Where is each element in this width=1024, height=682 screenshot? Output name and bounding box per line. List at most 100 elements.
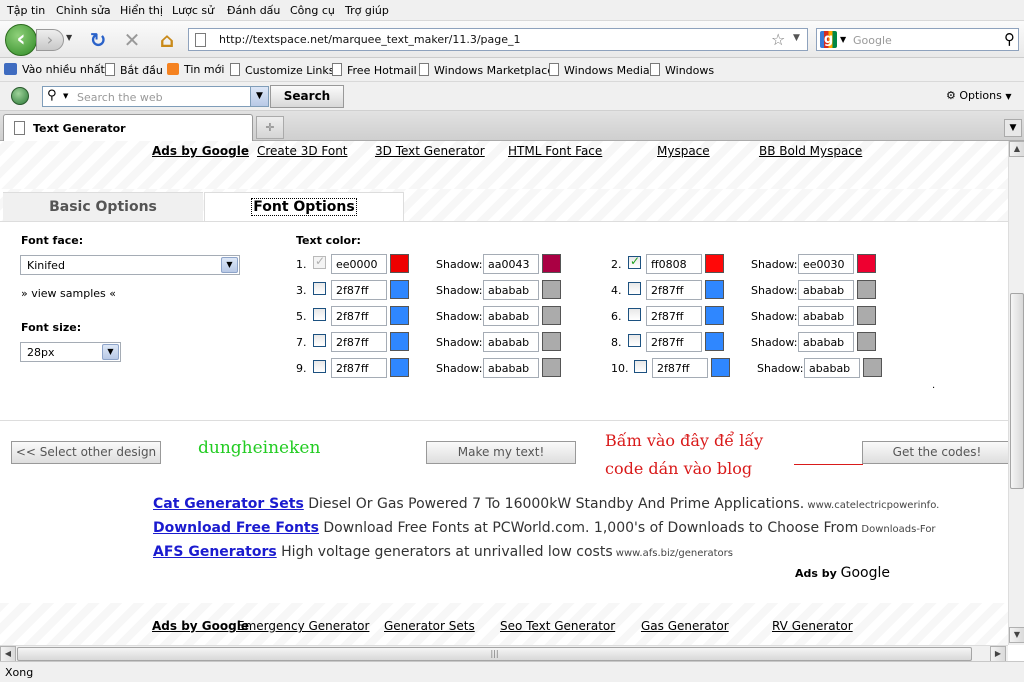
ad-link-rv-generator[interactable]: RV Generator (772, 619, 853, 633)
sponsored-ad-link[interactable]: Cat Generator Sets (153, 496, 304, 512)
shadow-color-input[interactable]: ababab (798, 280, 854, 300)
scroll-left-icon[interactable]: ◀ (0, 646, 16, 662)
color-checkbox[interactable] (628, 254, 641, 269)
menu-help[interactable]: Trợ giúp (345, 4, 389, 17)
new-tab-button[interactable]: ✛ (256, 116, 284, 139)
text-color-swatch[interactable] (390, 332, 409, 351)
ad-link-generator-sets[interactable]: Generator Sets (384, 619, 475, 633)
color-checkbox[interactable] (313, 308, 326, 321)
text-color-swatch[interactable] (705, 332, 724, 351)
text-color-input[interactable]: 2f87ff (331, 358, 387, 378)
back-button[interactable]: ‹ (5, 24, 37, 56)
scroll-down-icon[interactable]: ▼ (1009, 627, 1024, 643)
web-search-input[interactable]: ⚲ ▼ Search the web ▼ (42, 86, 269, 107)
shadow-color-swatch[interactable] (857, 254, 876, 273)
text-color-swatch[interactable] (390, 254, 409, 273)
history-dropdown-icon[interactable]: ▼ (66, 33, 72, 42)
url-bar[interactable]: http://textspace.net/marquee_text_maker/… (188, 28, 808, 51)
shadow-color-input[interactable]: ababab (483, 358, 539, 378)
shadow-color-input[interactable]: ababab (798, 332, 854, 352)
color-checkbox[interactable] (313, 360, 326, 373)
ad-link-3d-text-generator[interactable]: 3D Text Generator (375, 144, 485, 158)
text-color-swatch[interactable] (705, 306, 724, 325)
menu-history[interactable]: Lược sử (172, 4, 214, 17)
ad-link-myspace[interactable]: Myspace (657, 144, 710, 158)
options-button[interactable]: ⚙ Options ▼ (946, 89, 1011, 102)
tab-list-button[interactable]: ▼ (1004, 119, 1022, 137)
shadow-color-swatch[interactable] (542, 332, 561, 351)
shadow-color-input[interactable]: aa0043 (483, 254, 539, 274)
google-search-box[interactable]: g ▼ Google ⚲ (816, 28, 1019, 51)
color-checkbox[interactable] (313, 254, 326, 269)
sponsored-ad-link[interactable]: AFS Generators (153, 544, 277, 560)
bookmark-getting-started[interactable]: Bắt đầu (105, 63, 163, 77)
vertical-scrollbar[interactable]: ▲ ▼ (1008, 141, 1024, 645)
url-dropdown-icon[interactable]: ▼ (793, 33, 800, 43)
shadow-color-swatch[interactable] (863, 358, 882, 377)
text-color-swatch[interactable] (711, 358, 730, 377)
bookmark-most-visited[interactable]: Vào nhiều nhất (4, 63, 105, 76)
shadow-color-swatch[interactable] (542, 254, 561, 273)
text-color-input[interactable]: 2f87ff (331, 306, 387, 326)
shadow-color-swatch[interactable] (542, 358, 561, 377)
text-color-input[interactable]: 2f87ff (652, 358, 708, 378)
font-size-select[interactable]: 28px ▼ (20, 342, 121, 362)
make-my-text-button[interactable]: Make my text! (426, 441, 576, 464)
horizontal-scrollbar[interactable]: ◀ ||| ▶ (0, 645, 1008, 662)
shadow-color-input[interactable]: ababab (483, 332, 539, 352)
search-button[interactable]: Search (270, 85, 344, 108)
ads-by-google-label-bottom[interactable]: Ads by Google (152, 619, 249, 633)
menu-file[interactable]: Tập tin (7, 4, 45, 17)
text-color-swatch[interactable] (390, 306, 409, 325)
vertical-scroll-thumb[interactable] (1010, 293, 1024, 489)
shadow-color-swatch[interactable] (857, 332, 876, 351)
ads-by-google-label[interactable]: Ads by Google (152, 144, 249, 158)
bookmark-latest-news[interactable]: Tin mới (167, 63, 224, 76)
shadow-color-swatch[interactable] (857, 306, 876, 325)
bookmark-customize-links[interactable]: Customize Links (230, 63, 335, 77)
menu-edit[interactable]: Chỉnh sửa (56, 4, 111, 17)
shadow-color-swatch[interactable] (542, 306, 561, 325)
home-icon[interactable]: ⌂ (155, 28, 179, 52)
text-color-input[interactable]: 2f87ff (646, 332, 702, 352)
text-color-swatch[interactable] (705, 254, 724, 273)
bookmark-windows-marketplace[interactable]: Windows Marketplace (419, 63, 554, 77)
view-samples-link[interactable]: » view samples « (21, 287, 116, 300)
menu-view[interactable]: Hiển thị (120, 4, 163, 17)
shadow-color-input[interactable]: ee0030 (798, 254, 854, 274)
shadow-color-input[interactable]: ababab (483, 306, 539, 326)
ad-link-html-font-face[interactable]: HTML Font Face (508, 144, 602, 158)
get-the-codes-button[interactable]: Get the codes! (862, 441, 1008, 464)
chevron-down-icon[interactable]: ▼ (250, 87, 268, 106)
menu-tools[interactable]: Công cụ (290, 4, 335, 17)
horizontal-scroll-thumb[interactable]: ||| (17, 647, 972, 661)
menu-bookmarks[interactable]: Đánh dấu (227, 4, 280, 17)
shadow-color-input[interactable]: ababab (804, 358, 860, 378)
ad-link-emergency-generator[interactable]: Emergency Generator (237, 619, 369, 633)
bookmark-windows[interactable]: Windows (650, 63, 714, 77)
globe-icon[interactable] (11, 87, 29, 105)
text-color-input[interactable]: 2f87ff (331, 280, 387, 300)
shadow-color-input[interactable]: ababab (798, 306, 854, 326)
tab-text-generator[interactable]: Text Generator (3, 114, 253, 141)
search-icon[interactable]: ⚲ (1004, 30, 1015, 48)
color-checkbox[interactable] (628, 334, 641, 347)
ad-link-seo-text-generator[interactable]: Seo Text Generator (500, 619, 615, 633)
text-color-swatch[interactable] (390, 280, 409, 299)
ad-link-create-3d-font[interactable]: Create 3D Font (257, 144, 348, 158)
color-checkbox[interactable] (313, 334, 326, 347)
ad-link-bb-bold-myspace[interactable]: BB Bold Myspace (759, 144, 862, 158)
search-engine-dropdown-icon[interactable]: ▼ (840, 35, 846, 44)
reload-icon[interactable]: ↻ (86, 28, 110, 52)
text-color-swatch[interactable] (390, 358, 409, 377)
bookmark-windows-media[interactable]: Windows Media (549, 63, 650, 77)
shadow-color-input[interactable]: ababab (483, 280, 539, 300)
text-color-input[interactable]: 2f87ff (331, 332, 387, 352)
color-checkbox[interactable] (313, 282, 326, 295)
tab-font-options[interactable]: Font Options (204, 192, 404, 221)
forward-button[interactable]: › (36, 29, 64, 51)
ads-by-google-badge[interactable]: Ads by Google (795, 565, 890, 581)
star-icon[interactable]: ☆ (771, 30, 785, 49)
tab-basic-options[interactable]: Basic Options (3, 192, 203, 221)
scroll-up-icon[interactable]: ▲ (1009, 141, 1024, 157)
